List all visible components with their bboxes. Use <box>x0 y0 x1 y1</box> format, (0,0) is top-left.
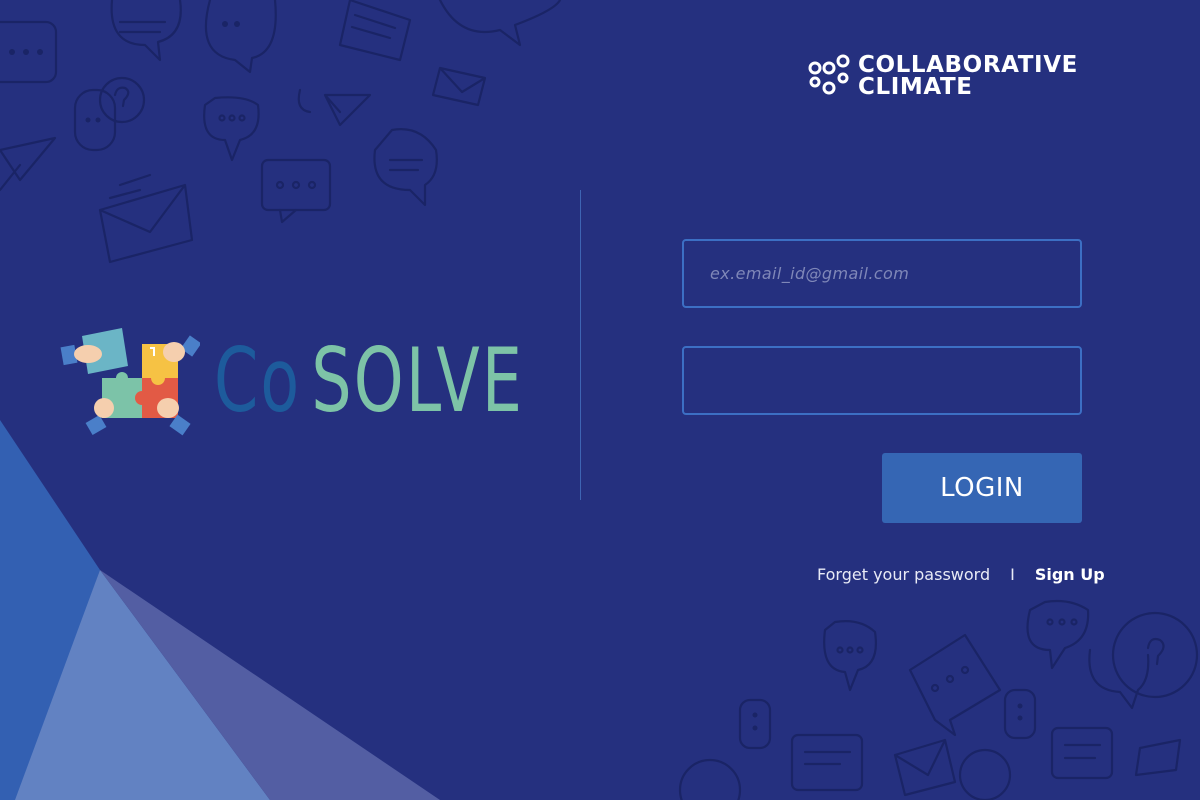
brand-suffix: SOLVE <box>311 329 525 432</box>
sign-up-link[interactable]: Sign Up <box>1035 565 1105 584</box>
collaborative-climate-logo: Collaborative Climate <box>808 52 1078 100</box>
company-line-1: Collaborative <box>858 52 1078 78</box>
cosolve-logo: Co SOLVE <box>58 322 645 440</box>
collaborative-climate-wordmark: Collaborative Climate <box>858 52 1078 100</box>
password-input[interactable] <box>682 346 1082 415</box>
vertical-divider <box>580 190 581 500</box>
collaborative-climate-logo-icon <box>808 54 850 95</box>
company-line-2: Climate <box>858 74 973 100</box>
cosolve-wordmark: Co SOLVE <box>214 337 524 425</box>
forgot-password-link[interactable]: Forget your password <box>817 565 990 584</box>
brand-prefix: Co <box>214 329 302 432</box>
login-page: Collaborative Climate Co SOLVE <box>0 0 1200 800</box>
auth-links: Forget your password I Sign Up <box>817 565 1105 584</box>
email-input[interactable] <box>682 239 1082 308</box>
login-button[interactable]: LOGIN <box>882 453 1082 523</box>
puzzle-hands-icon <box>60 328 200 436</box>
links-separator: I <box>1010 565 1015 584</box>
